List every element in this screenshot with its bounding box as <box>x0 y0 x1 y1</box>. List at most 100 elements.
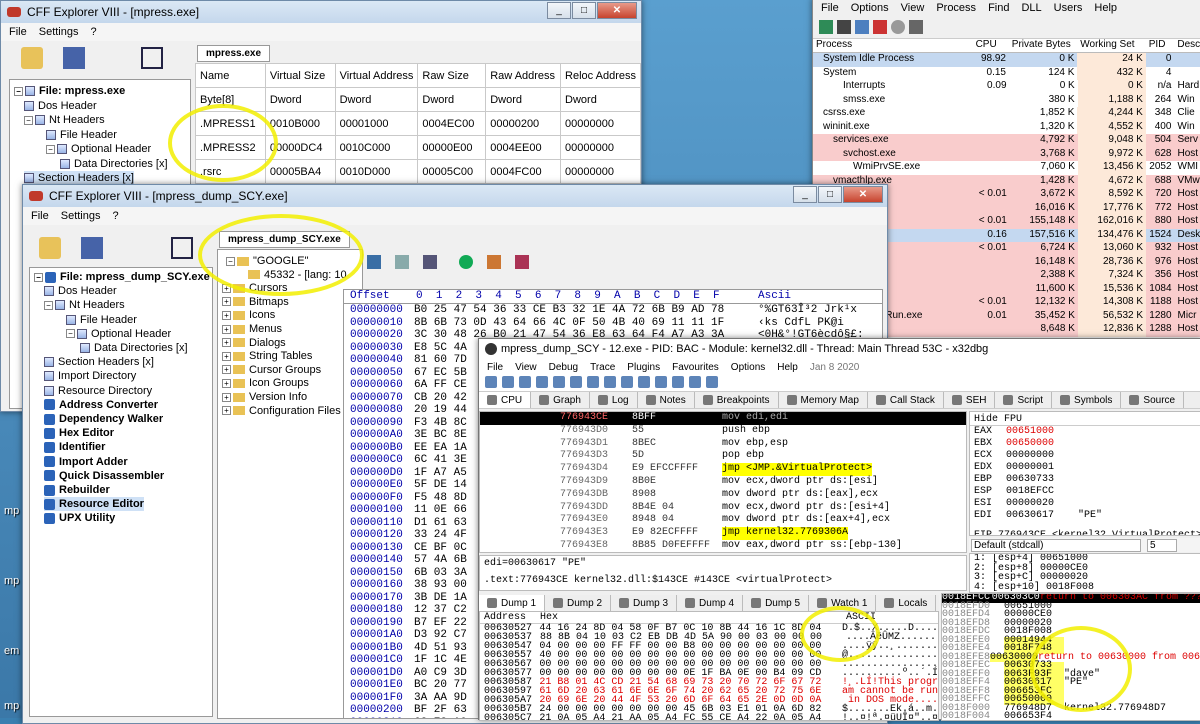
process-row[interactable]: services.exe 4,792 K 9,048 K 504 Serv <box>813 134 1200 148</box>
breakpoint-dot[interactable] <box>480 412 560 425</box>
maximize-button[interactable]: □ <box>572 2 596 19</box>
tab-symbols[interactable]: Symbols <box>1052 392 1122 408</box>
undo-icon[interactable] <box>638 376 650 388</box>
menu-item[interactable]: View <box>901 2 925 14</box>
tree-node-nt-headers[interactable]: − Nt Headers <box>44 298 125 312</box>
tab-dump-5[interactable]: Dump 5 <box>743 595 810 611</box>
title-bar[interactable]: CFF Explorer VIII - [mpress.exe] _ □ ✕ <box>1 1 641 23</box>
register-row[interactable]: ESP 0018EFCC <box>970 486 1200 498</box>
pause-icon[interactable] <box>553 376 565 388</box>
process-row[interactable]: csrss.exe 1,852 K 4,244 K 348 Clie <box>813 107 1200 121</box>
column-header[interactable]: Raw Address <box>485 63 562 88</box>
column-header[interactable]: Private Bytes <box>1009 39 1077 52</box>
expand-icon[interactable]: + <box>222 365 231 375</box>
tree-node-file-header[interactable]: File Header <box>66 313 137 327</box>
breakpoint-dot[interactable] <box>480 463 560 476</box>
menu-item[interactable]: File <box>487 362 503 373</box>
minimize-button[interactable]: _ <box>793 186 817 203</box>
hex-row[interactable]: 00000010 8B 6B 73 0D 43 64 66 4C 0F 50 4B… <box>344 317 882 330</box>
column-header[interactable]: Working Set <box>1077 39 1145 52</box>
tree-node-quick-disassembler[interactable]: Quick Disassembler <box>44 469 164 483</box>
menu-item[interactable]: Options <box>731 362 765 373</box>
process-row[interactable]: wininit.exe 1,320 K 4,552 K 400 Win <box>813 120 1200 134</box>
tree-icon[interactable] <box>855 20 869 34</box>
step-over-icon[interactable] <box>587 376 599 388</box>
menu-item[interactable]: Help <box>777 362 798 373</box>
kill-icon[interactable] <box>873 20 887 34</box>
desktop-icon-label[interactable]: em <box>4 645 19 657</box>
disasm-row[interactable]: 776943D1 8BEC mov ebp,esp <box>480 438 966 451</box>
process-row[interactable]: smss.exe 380 K 1,188 K 264 Win <box>813 93 1200 107</box>
expand-icon[interactable]: − <box>14 86 23 96</box>
search-icon[interactable] <box>487 255 501 269</box>
disasm-row[interactable]: 776943E8 8B85 D0FEFFFF mov eax,dword ptr s… <box>480 540 966 552</box>
title-bar[interactable]: mpress_dump_SCY - 12.exe - PID: BAC - Mo… <box>479 339 1200 359</box>
tree-node-resource-directory[interactable]: Resource Directory <box>44 384 152 398</box>
grid-icon[interactable] <box>515 255 529 269</box>
expand-icon[interactable]: + <box>222 406 231 416</box>
tab-source[interactable]: Source <box>1121 392 1185 408</box>
menu-item[interactable]: Debug <box>549 362 578 373</box>
disasm-row[interactable]: 776943D9 8B0E mov ecx,dword ptr ds:[esi] <box>480 476 966 489</box>
desktop-icon-label[interactable]: mp <box>4 575 19 587</box>
breakpoint-dot[interactable] <box>480 425 560 438</box>
tree-node-import-adder[interactable]: Import Adder <box>44 455 128 469</box>
expand-icon[interactable]: − <box>34 272 43 282</box>
step-into-icon[interactable] <box>570 376 582 388</box>
save-icon[interactable] <box>81 237 103 259</box>
menu-item[interactable]: Plugins <box>627 362 660 373</box>
expand-icon[interactable]: + <box>222 324 231 334</box>
find-icon[interactable] <box>909 20 923 34</box>
close-icon[interactable] <box>519 376 531 388</box>
column-header[interactable]: Raw Size <box>417 63 487 88</box>
add-icon[interactable] <box>367 255 381 269</box>
tab-mpress[interactable]: mpress.exe <box>197 45 271 62</box>
help-icon[interactable] <box>706 376 718 388</box>
breakpoint-dot[interactable] <box>480 540 560 552</box>
tree-node-optional-header[interactable]: − Optional Header <box>66 327 171 341</box>
expand-icon[interactable]: − <box>46 144 55 154</box>
disasm-row[interactable]: 776943D0 55 push ebp <box>480 425 966 438</box>
expand-icon[interactable]: + <box>222 297 231 307</box>
cpu-graph-icon[interactable] <box>837 20 851 34</box>
expand-icon[interactable]: + <box>222 378 231 388</box>
tree-node-import-directory[interactable]: Import Directory <box>44 369 136 383</box>
resource-node[interactable]: + Cursor Groups <box>222 363 321 377</box>
desktop-icon-label[interactable]: mp <box>4 505 19 517</box>
tree-node-upx-utility[interactable]: UPX Utility <box>44 511 115 525</box>
argument-row[interactable]: 4: [esp+10] 0018F008 <box>970 582 1200 593</box>
expand-icon[interactable]: − <box>66 329 75 339</box>
refresh-icon[interactable] <box>459 255 473 269</box>
close-button[interactable]: ✕ <box>597 2 637 19</box>
menu-item[interactable]: Help <box>1094 2 1117 14</box>
breakpoint-dot[interactable] <box>480 476 560 489</box>
disasm-row[interactable]: 776943CE 8BFF mov edi,edi <box>480 412 966 425</box>
register-row[interactable]: EDI 00630617 "PE" <box>970 510 1200 522</box>
tab-dump-4[interactable]: Dump 4 <box>677 595 744 611</box>
windows-icon[interactable] <box>141 47 163 69</box>
breakpoint-dot[interactable] <box>480 502 560 515</box>
column-header[interactable]: PID <box>1146 39 1175 52</box>
column-header[interactable]: Name <box>195 63 266 88</box>
process-row[interactable]: System Idle Process 98.92 0 K 24 K 0 <box>813 53 1200 67</box>
tree-node-hex-editor[interactable]: Hex Editor <box>44 426 114 440</box>
process-row[interactable]: System 0.15 124 K 432 K 4 <box>813 66 1200 80</box>
expand-icon[interactable]: + <box>222 310 231 320</box>
resource-node[interactable]: + String Tables <box>222 349 312 363</box>
tree-node-file-mpress-dump-scy-exe[interactable]: − File: mpress_dump_SCY.exe <box>34 270 210 284</box>
menu-help[interactable]: ? <box>90 26 96 38</box>
breakpoint-dot[interactable] <box>480 438 560 451</box>
resource-node[interactable]: + Configuration Files <box>222 404 341 418</box>
menu-item[interactable]: File <box>821 2 839 14</box>
title-bar[interactable]: CFF Explorer VIII - [mpress_dump_SCY.exe… <box>23 185 887 207</box>
breakpoint-dot[interactable] <box>480 489 560 502</box>
tree-node-rebuilder[interactable]: Rebuilder <box>44 483 110 497</box>
expand-icon[interactable]: − <box>24 115 33 125</box>
desktop-icon-label[interactable]: mp <box>4 700 19 712</box>
resource-node[interactable]: + Icons <box>222 308 275 322</box>
tab-cpu[interactable]: CPU <box>479 392 532 408</box>
replace-icon[interactable] <box>423 255 437 269</box>
tree-node-dependency-walker[interactable]: Dependency Walker <box>44 412 163 426</box>
resource-node[interactable]: + Version Info <box>222 390 307 404</box>
tab-log[interactable]: Log <box>590 392 638 408</box>
